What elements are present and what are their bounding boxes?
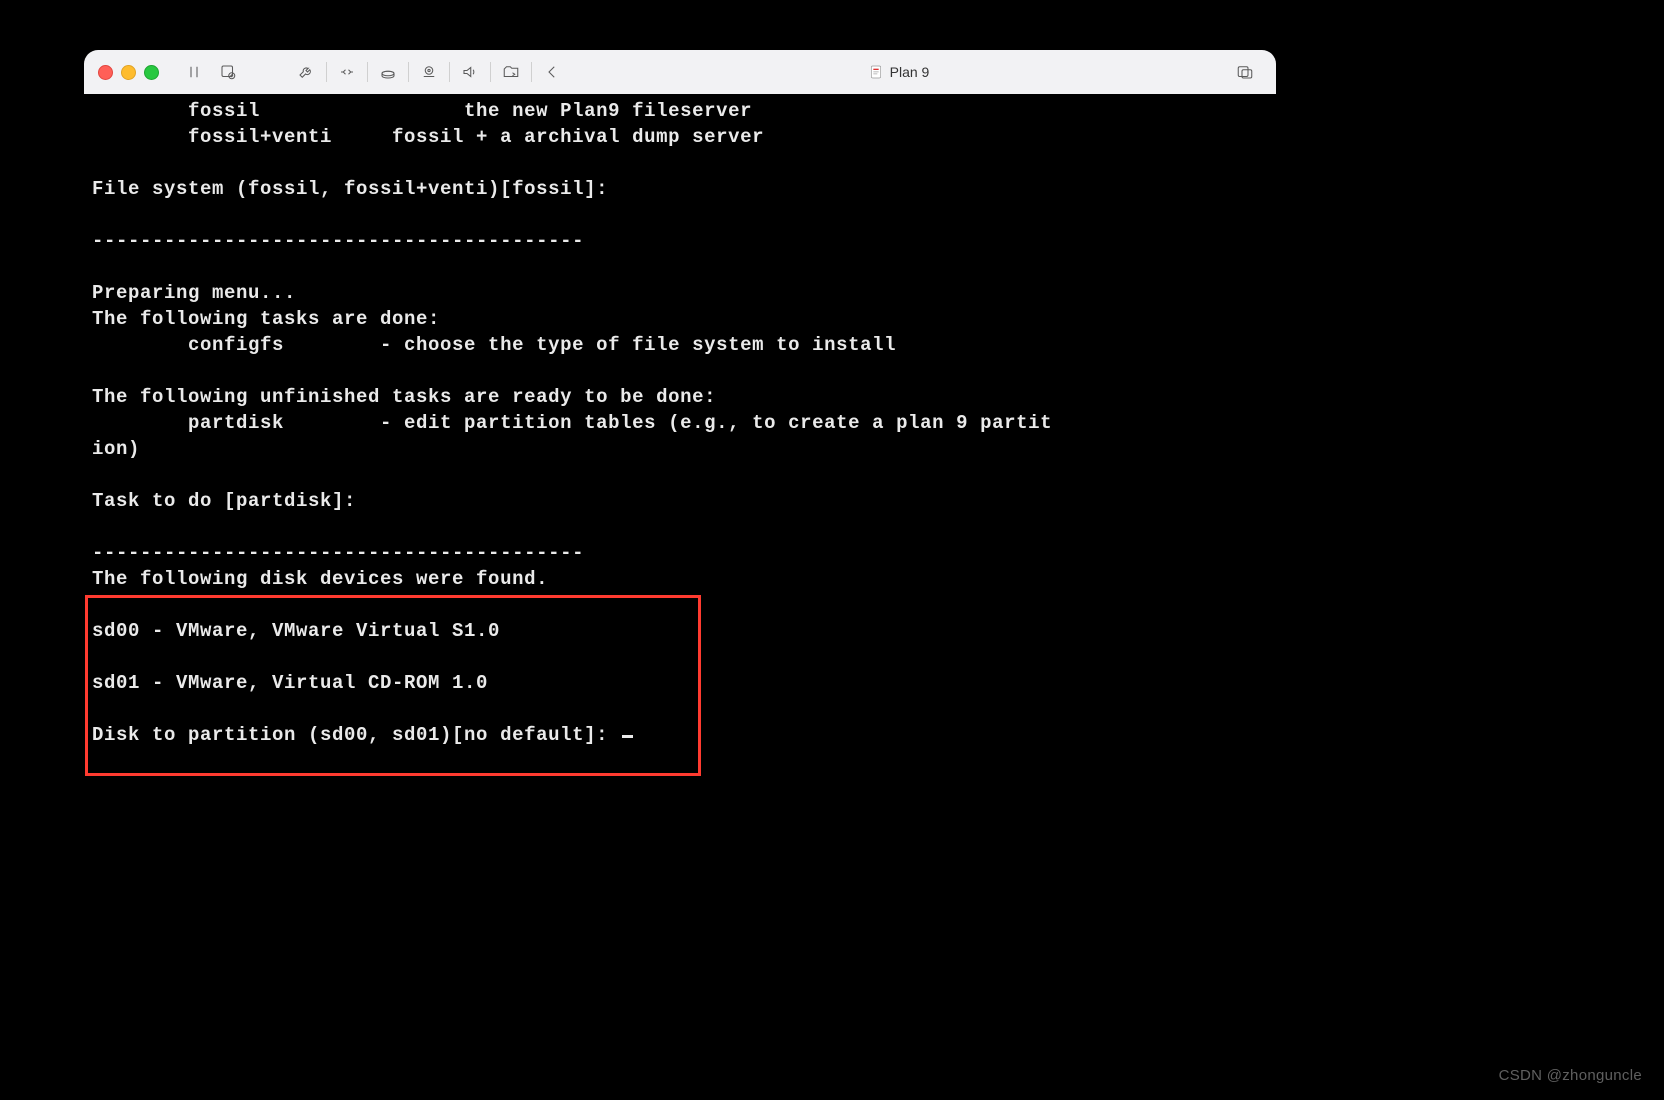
separator [367, 62, 368, 82]
cursor [622, 735, 633, 738]
terminal-line: The following unfinished tasks are ready… [92, 386, 716, 408]
terminal-line: File system (fossil, fossil+venti)[fossi… [92, 178, 608, 200]
panels-icon[interactable] [1228, 58, 1262, 86]
zoom-button[interactable] [144, 65, 159, 80]
toolbar-mid [289, 58, 569, 86]
traffic-lights [98, 65, 159, 80]
terminal-line: Task to do [partdisk]: [92, 490, 356, 512]
pause-icon[interactable] [177, 58, 211, 86]
terminal-line: fossil the new Plan9 fileserver [92, 100, 752, 122]
window-title-text: Plan 9 [890, 64, 930, 80]
terminal-line: Preparing menu... [92, 282, 296, 304]
titlebar: Plan 9 [84, 50, 1276, 95]
terminal-line: ion) [92, 438, 140, 460]
resize-icon[interactable] [330, 58, 364, 86]
terminal-line: partdisk - edit partition tables (e.g., … [92, 412, 1052, 434]
terminal-line: fossil+venti fossil + a archival dump se… [92, 126, 764, 148]
terminal-line: configfs - choose the type of file syste… [92, 334, 896, 356]
separator [408, 62, 409, 82]
stage: Plan 9 fossil the new Plan9 fileserver f… [0, 0, 1664, 1100]
separator [490, 62, 491, 82]
disk-icon[interactable] [371, 58, 405, 86]
terminal-line: ----------------------------------------… [92, 230, 584, 252]
separator [449, 62, 450, 82]
watermark: CSDN @zhonguncle [1499, 1067, 1642, 1084]
back-icon[interactable] [535, 58, 569, 86]
snapshot-icon[interactable] [211, 58, 245, 86]
terminal-line: ----------------------------------------… [92, 542, 584, 564]
close-button[interactable] [98, 65, 113, 80]
vm-window: Plan 9 fossil the new Plan9 fileserver f… [84, 50, 1276, 810]
separator [531, 62, 532, 82]
separator [326, 62, 327, 82]
document-icon [868, 64, 884, 80]
wrench-icon[interactable] [289, 58, 323, 86]
shared-folder-icon[interactable] [494, 58, 528, 86]
terminal-line: The following tasks are done: [92, 308, 440, 330]
terminal-line: sd01 - VMware, Virtual CD-ROM 1.0 [92, 672, 488, 694]
terminal-line: The following disk devices were found. [92, 568, 548, 590]
minimize-button[interactable] [121, 65, 136, 80]
window-title: Plan 9 [577, 64, 1220, 80]
toolbar-left [177, 58, 245, 86]
terminal-line: Disk to partition (sd00, sd01)[no defaul… [92, 724, 620, 746]
volume-icon[interactable] [453, 58, 487, 86]
terminal[interactable]: fossil the new Plan9 fileserver fossil+v… [84, 94, 1276, 810]
cdrom-icon[interactable] [412, 58, 446, 86]
terminal-line: sd00 - VMware, VMware Virtual S1.0 [92, 620, 500, 642]
